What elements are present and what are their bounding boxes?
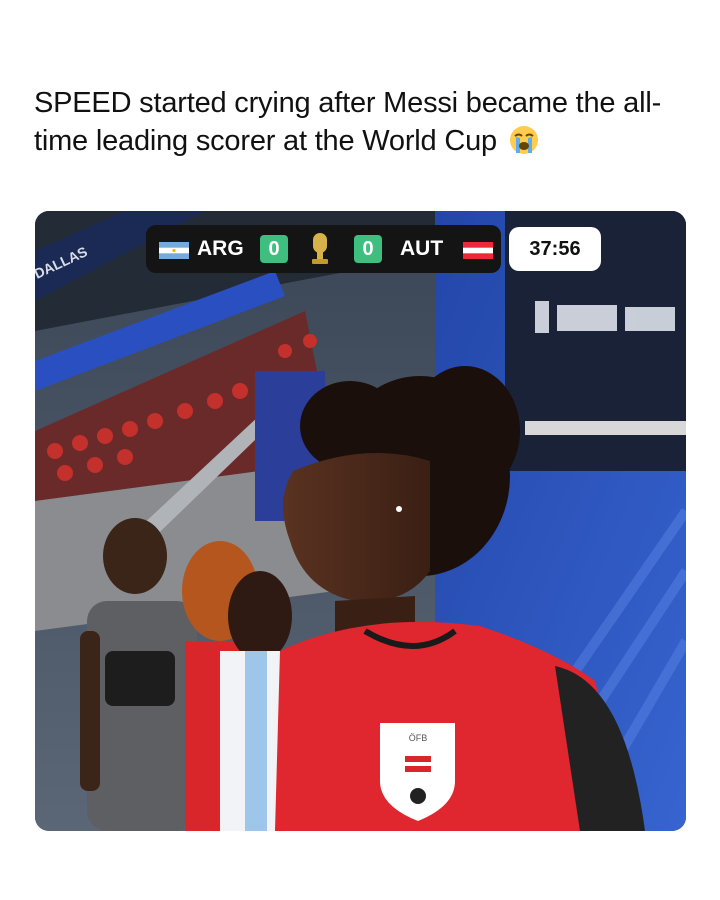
stadium-photo: ÖFB DALLAS (35, 211, 686, 831)
video-frame[interactable]: ÖFB DALLAS ARG 0 0 AUT 37:56 (35, 211, 686, 831)
post-caption: SPEED started crying after Messi became … (34, 84, 694, 160)
scoreboard-overlay: ARG 0 0 AUT (146, 225, 501, 273)
match-clock: 37:56 (509, 227, 601, 271)
world-cup-trophy-icon (312, 233, 328, 264)
jersey-crest-text: ÖFB (409, 733, 428, 743)
home-score: 0 (260, 235, 288, 263)
austria-flag-icon (463, 242, 493, 259)
home-team-code: ARG (197, 237, 244, 260)
caption-text: SPEED started crying after Messi became … (34, 87, 662, 157)
away-team-code: AUT (400, 237, 444, 260)
loudly-crying-face-emoji (509, 126, 538, 154)
argentina-flag-icon (159, 242, 189, 259)
away-score: 0 (354, 235, 382, 263)
